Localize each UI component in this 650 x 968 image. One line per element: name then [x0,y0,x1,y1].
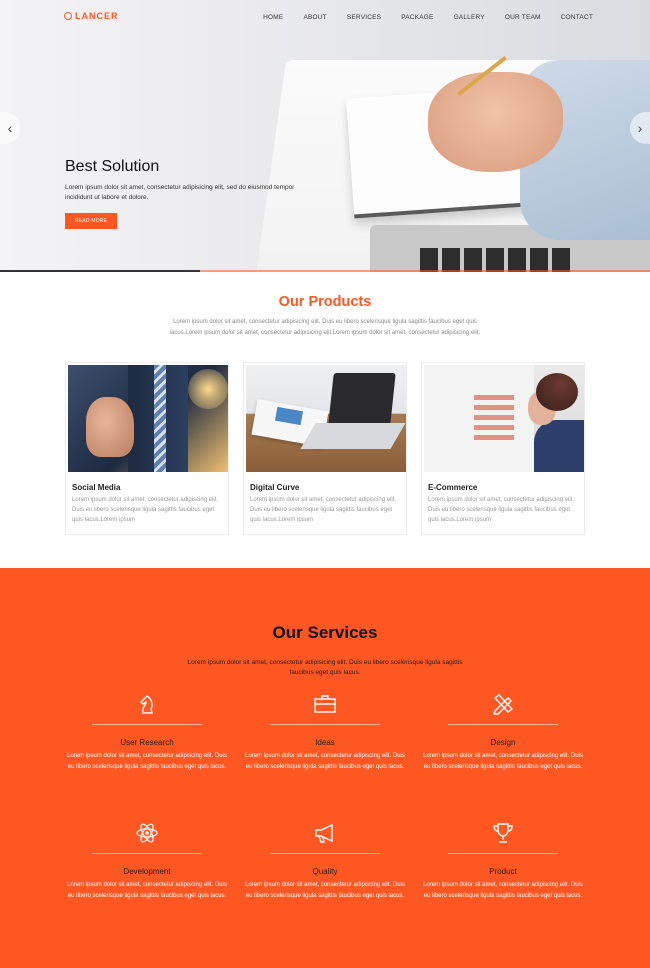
hero-title: Best Solution [65,158,160,175]
top-navigation: LANCER HOME ABOUT SERVICES PACKAGE GALLE… [0,0,650,36]
megaphone-icon [315,823,333,843]
nav-menu: HOME ABOUT SERVICES PACKAGE GALLERY OUR … [243,14,593,21]
chess-knight-icon [140,695,153,714]
slider-progress-track [200,270,650,272]
nav-item-contact[interactable]: CONTACT [561,14,593,21]
service-text: Lorem ipsum dolor sit amet, consectetur … [423,753,583,770]
hero-slider: LANCER HOME ABOUT SERVICES PACKAGE GALLE… [0,0,650,272]
products-description: Lorem ipsum dolor sit amet, consectetur … [169,319,481,336]
nav-item-home[interactable]: HOME [263,14,283,21]
e-commerce-image [424,365,584,472]
product-card-text: Lorem ipsum dolor sit amet, consectetur … [428,497,575,523]
product-card-e-commerce[interactable]: E-Commerce Lorem ipsum dolor sit amet, c… [421,362,585,535]
service-divider [92,853,202,854]
logo-icon [64,12,72,20]
service-divider [92,724,202,725]
social-media-image [68,365,228,472]
service-title: Ideas [315,738,335,747]
trophy-icon [493,823,513,843]
slider-progress [0,270,200,272]
nav-item-services[interactable]: SERVICES [347,14,381,21]
service-divider [270,724,380,725]
service-text: Lorem ipsum dolor sit amet, consectetur … [423,882,583,899]
service-divider [270,853,380,854]
logo-text: LANCER [75,11,119,21]
site-logo[interactable]: LANCER [64,11,119,21]
service-title: User Research [120,738,174,747]
service-divider [448,724,558,725]
product-card-text: Lorem ipsum dolor sit amet, consectetur … [250,497,397,523]
nav-item-our-team[interactable]: OUR TEAM [505,14,541,21]
product-card-title: Social Media [72,483,121,492]
product-card-title: E-Commerce [428,483,478,492]
services-description: Lorem ipsum dolor sit amet, consectetur … [187,659,463,676]
digital-curve-image [246,365,406,472]
hero-description: Lorem ipsum dolor sit amet, consectetur … [65,184,295,201]
services-section: Our Services Lorem ipsum dolor sit amet,… [0,568,650,968]
service-title: Product [489,867,517,876]
service-text: Lorem ipsum dolor sit amet, consectetur … [67,753,227,770]
service-title: Quality [312,867,338,876]
pencil-ruler-icon [493,694,514,715]
briefcase-icon [314,695,336,713]
nav-item-gallery[interactable]: GALLERY [454,14,485,21]
product-card-title: Digital Curve [250,483,300,492]
service-divider [448,853,558,854]
service-title: Development [123,867,171,876]
product-card-digital-curve[interactable]: Digital Curve Lorem ipsum dolor sit amet… [243,362,407,535]
product-card-social-media[interactable]: Social Media Lorem ipsum dolor sit amet,… [65,362,229,535]
service-text: Lorem ipsum dolor sit amet, consectetur … [67,882,227,899]
service-text: Lorem ipsum dolor sit amet, consectetur … [245,753,405,770]
hero-keyboard-image [420,248,570,272]
hero-hand-image [428,72,563,172]
atom-icon [136,823,158,843]
service-title: Design [490,738,516,747]
service-text: Lorem ipsum dolor sit amet, consectetur … [245,882,405,899]
read-more-button[interactable]: READ MORE [65,213,117,229]
products-title: Our Products [278,294,372,310]
slider-prev-button[interactable]: ‹ [0,112,20,144]
nav-item-about[interactable]: ABOUT [303,14,326,21]
product-card-text: Lorem ipsum dolor sit amet, consectetur … [72,497,219,523]
nav-item-package[interactable]: PACKAGE [401,14,433,21]
services-title: Our Services [272,623,378,642]
